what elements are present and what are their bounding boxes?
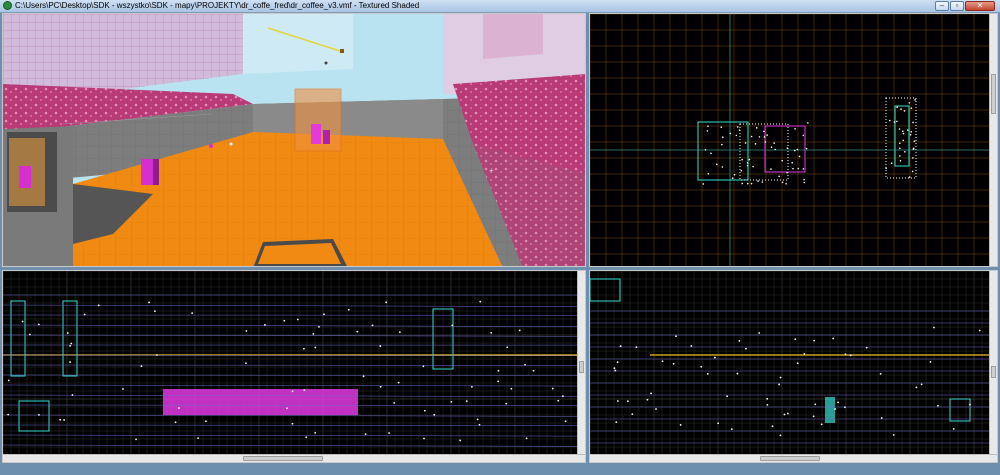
- minimize-icon: –: [940, 1, 944, 10]
- side-view-horizontal-scrollbar[interactable]: [590, 454, 998, 462]
- front-view-horizontal-scrollbar[interactable]: [3, 454, 586, 462]
- status-strip: [0, 465, 1000, 475]
- app-icon: [3, 1, 12, 10]
- window-title: C:\Users\PC\Desktop\SDK - wszystko\SDK -…: [15, 0, 419, 12]
- top-view-grid: [590, 14, 998, 267]
- side-view-grid: [590, 271, 998, 463]
- front-view-scroll-thumb[interactable]: [579, 361, 584, 373]
- side-2d-viewport[interactable]: [589, 270, 998, 463]
- camera-3d-viewport[interactable]: +: [2, 13, 586, 267]
- top-view-scroll-thumb[interactable]: [991, 74, 996, 114]
- svg-text:+: +: [489, 166, 494, 175]
- maximize-icon: ▫: [956, 1, 959, 10]
- window-titlebar[interactable]: C:\Users\PC\Desktop\SDK - wszystko\SDK -…: [0, 0, 1000, 13]
- side-view-scroll-thumb[interactable]: [991, 366, 996, 378]
- side-view-hscroll-thumb[interactable]: [760, 456, 820, 461]
- front-view-hscroll-thumb[interactable]: [243, 456, 323, 461]
- side-view-vertical-scrollbar[interactable]: [989, 271, 997, 456]
- top-2d-viewport[interactable]: [589, 13, 998, 267]
- top-view-vertical-scrollbar[interactable]: [989, 14, 997, 267]
- close-button[interactable]: ✕: [965, 1, 995, 11]
- maximize-button[interactable]: ▫: [950, 1, 964, 11]
- front-view-grid: [3, 271, 586, 463]
- close-icon: ✕: [977, 1, 984, 10]
- front-view-vertical-scrollbar[interactable]: [577, 271, 585, 456]
- front-2d-viewport[interactable]: [2, 270, 586, 463]
- minimize-button[interactable]: –: [935, 1, 949, 11]
- camera-3d-render: +: [3, 14, 586, 267]
